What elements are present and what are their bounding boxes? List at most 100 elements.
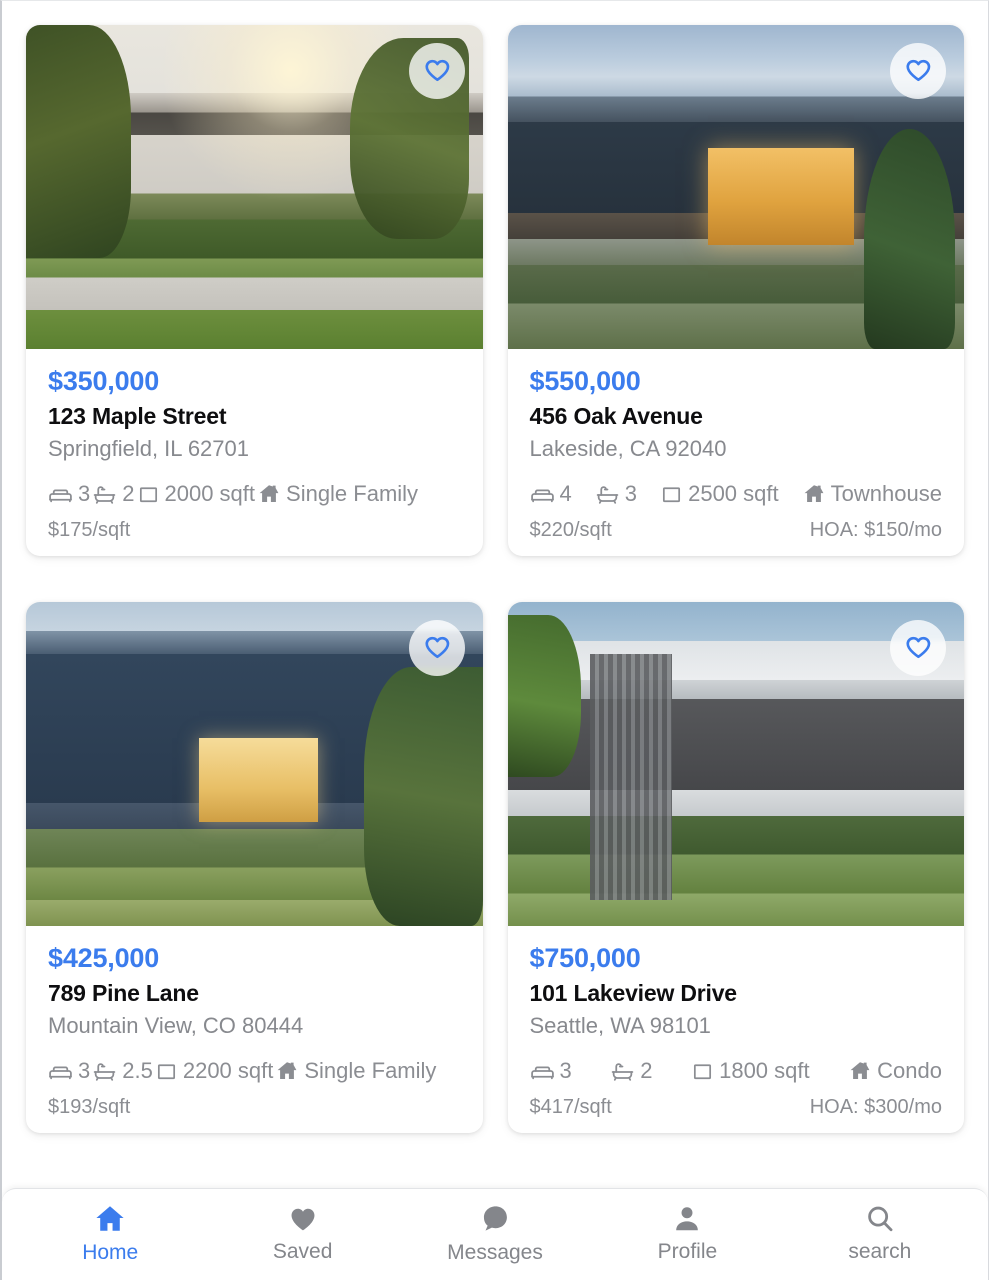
bedrooms-feature: 3: [48, 481, 90, 507]
nav-item-messages[interactable]: Messages: [399, 1202, 591, 1263]
property-address: 101 Lakeview Drive: [529, 979, 738, 1006]
nav-label-messages: Messages: [447, 1241, 543, 1264]
bathrooms-count: 2: [122, 481, 135, 507]
heart-filled-icon: [287, 1203, 319, 1235]
bedrooms-count: 3: [559, 1058, 572, 1084]
property-price: $425,000: [48, 943, 160, 974]
bathrooms-feature: 2.5: [92, 1058, 153, 1084]
property-details: $550,000 456 Oak Avenue Lakeside, CA 920…: [508, 349, 965, 556]
search-icon: [864, 1203, 896, 1235]
nav-item-saved[interactable]: Saved: [206, 1203, 398, 1262]
area-feature: 2200 sqft: [155, 1058, 274, 1084]
property-card[interactable]: $750,000 101 Lakeview Drive Seattle, WA …: [507, 602, 965, 1134]
property-details: $425,000 789 Pine Lane Mountain View, CO…: [26, 926, 483, 1133]
property-location: Springfield, IL 62701: [48, 436, 249, 462]
bed-icon: [530, 482, 555, 507]
area-feature: 2000 sqft: [137, 481, 255, 507]
heart-outline-icon: [903, 56, 933, 86]
square-icon: [691, 1060, 714, 1083]
heart-outline-icon: [422, 56, 452, 86]
nav-item-home[interactable]: Home: [14, 1202, 206, 1263]
bathrooms-feature: 3: [595, 481, 637, 507]
property-card[interactable]: $425,000 789 Pine Lane Mountain View, CO…: [26, 602, 483, 1134]
heart-outline-icon: [422, 633, 452, 663]
nav-label-home: Home: [82, 1241, 139, 1264]
bedrooms-feature: 3: [48, 1058, 90, 1084]
favorite-button[interactable]: [890, 620, 946, 677]
area-feature: 1800 sqft: [691, 1058, 810, 1084]
property-features: 3 2: [48, 481, 461, 507]
area-value: 2500 sqft: [688, 481, 779, 507]
listing-grid: $350,000 123 Maple Street Springfield, I…: [2, 1, 988, 1193]
area-feature: 2500 sqft: [660, 481, 779, 507]
property-details: $750,000 101 Lakeview Drive Seattle, WA …: [508, 926, 965, 1133]
property-type-value: Townhouse: [830, 481, 942, 507]
bedrooms-feature: 3: [530, 1058, 572, 1084]
square-icon: [155, 1060, 178, 1083]
bed-icon: [48, 482, 73, 507]
bedrooms-feature: 4: [530, 481, 572, 507]
favorite-button[interactable]: [408, 620, 465, 677]
bathrooms-count: 3: [624, 481, 638, 507]
price-per-sqft: $220/sqft: [529, 519, 612, 542]
property-details: $350,000 123 Maple Street Springfield, I…: [26, 349, 483, 556]
bathtub-icon: [595, 482, 620, 507]
bedrooms-count: 3: [78, 481, 91, 507]
favorite-button[interactable]: [408, 43, 465, 99]
nav-item-search[interactable]: search: [784, 1203, 976, 1262]
property-photo[interactable]: [26, 602, 483, 927]
property-photo[interactable]: [26, 25, 483, 349]
property-location: Seattle, WA 98101: [529, 1013, 711, 1039]
hoa-fee: HOA: $150/mo: [809, 519, 942, 542]
property-type-feature: Townhouse: [802, 481, 942, 507]
house-icon: [802, 482, 826, 506]
property-photo[interactable]: [507, 25, 964, 349]
property-type-value: Condo: [877, 1058, 942, 1084]
nav-label-profile: Profile: [657, 1240, 718, 1263]
property-location: Mountain View, CO 80444: [48, 1013, 304, 1039]
property-type-value: Single Family: [286, 481, 419, 507]
bathrooms-count: 2: [640, 1058, 653, 1084]
price-per-sqft: $193/sqft: [48, 1096, 131, 1119]
property-price: $350,000: [48, 366, 160, 396]
property-type-feature: Single Family: [257, 481, 418, 507]
property-features: 4 3 2500 sqft Townhouse: [530, 481, 943, 507]
property-card[interactable]: $350,000 123 Maple Street Springfield, I…: [26, 25, 483, 557]
area-value: 2200 sqft: [182, 1058, 274, 1084]
heart-outline-icon: [903, 633, 933, 663]
property-address: 123 Maple Street: [48, 402, 227, 429]
bathrooms-count: 2.5: [122, 1058, 153, 1084]
square-icon: [137, 483, 160, 506]
property-meta: $175/sqft: [48, 519, 461, 542]
property-photo[interactable]: [507, 602, 964, 927]
bottom-navigation: Home Saved Messages Profile search: [2, 1188, 988, 1280]
property-type-feature: Condo: [848, 1058, 942, 1084]
hoa-fee: HOA: $300/mo: [809, 1096, 942, 1119]
bathtub-icon: [610, 1059, 635, 1084]
property-meta: $417/sqft HOA: $300/mo: [530, 1096, 943, 1119]
bed-icon: [530, 1059, 555, 1084]
bathtub-icon: [92, 1059, 117, 1084]
property-features: 3 2.5 2200 sqft Single Family: [48, 1058, 461, 1084]
house-icon: [848, 1059, 872, 1083]
bathrooms-feature: 2: [610, 1058, 653, 1084]
property-card[interactable]: $550,000 456 Oak Avenue Lakeside, CA 920…: [507, 25, 965, 557]
property-location: Lakeside, CA 92040: [529, 436, 727, 462]
property-address: 456 Oak Avenue: [529, 402, 703, 429]
favorite-button[interactable]: [890, 43, 946, 99]
nav-item-profile[interactable]: Profile: [591, 1203, 783, 1262]
property-address: 789 Pine Lane: [48, 979, 199, 1006]
bathrooms-feature: 2: [92, 481, 135, 507]
bathtub-icon: [92, 482, 117, 507]
square-icon: [660, 483, 683, 506]
bed-icon: [48, 1059, 73, 1084]
person-icon: [671, 1203, 703, 1235]
area-value: 1800 sqft: [719, 1058, 810, 1084]
house-icon: [275, 1059, 299, 1083]
home-icon: [93, 1202, 127, 1236]
property-type-feature: Single Family: [275, 1058, 436, 1084]
property-meta: $220/sqft HOA: $150/mo: [530, 519, 943, 542]
property-type-value: Single Family: [304, 1058, 437, 1084]
nav-label-search: search: [848, 1240, 912, 1263]
bedrooms-count: 4: [559, 481, 572, 507]
